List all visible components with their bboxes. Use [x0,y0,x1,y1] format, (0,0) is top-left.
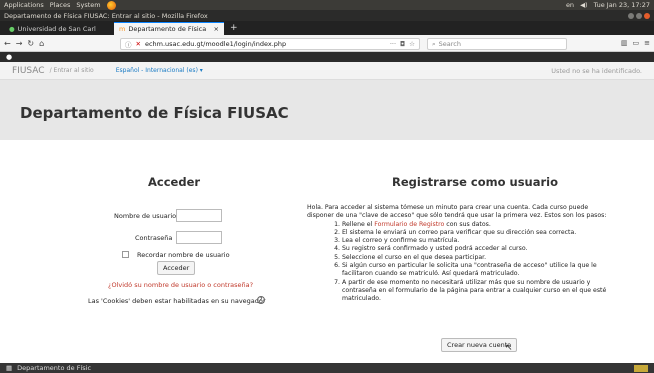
insecure-icon: ✕ [135,40,141,48]
page-actions-icon[interactable]: ··· [390,40,396,48]
info-icon[interactable]: ⓘ [125,39,132,49]
tab-label: Departamento de Física [128,25,207,33]
os-top-panel: Applications Places System en ◀) Tue Jan… [0,0,654,10]
tab-favicon-icon: ● [9,24,15,33]
reload-icon[interactable]: ↻ [27,39,34,48]
brand-link[interactable]: FIUSAC [12,66,45,76]
signup-instructions: Hola. Para acceder al sistema tómese un … [307,204,612,304]
help-icon[interactable]: ? [257,296,265,304]
forgot-password-link[interactable]: ¿Olvidó su nombre de usuario o contraseñ… [108,281,253,289]
tab-strip: ● Universidad de San Carl m Departamento… [0,21,654,35]
url-text[interactable]: echm.usac.edu.gt/moodle1/login/index.php [145,40,286,48]
list-item: El sistema le enviará un correo para ver… [342,229,612,237]
list-item: Seleccione el curso en el que desea part… [342,254,612,262]
list-item: Si algún curso en particular le solicita… [342,262,612,279]
sidebar-icon[interactable]: ▭ [633,39,640,47]
taskbar-window-item[interactable]: Departamento de Físic [17,364,91,372]
remember-label: Recordar nombre de usuario [137,251,230,259]
tab-departamento[interactable]: m Departamento de Física × [114,22,224,35]
menu-icon[interactable]: ≡ [644,39,650,47]
signup-heading: Registrarse como usuario [392,175,559,189]
breadcrumb: / Entrar al sitio [49,67,94,74]
tab-usac[interactable]: ● Universidad de San Carl [4,22,114,35]
page-title: Departamento de Física FIUSAC [20,104,289,122]
signup-steps: Rellene el Formulario de Registro con su… [307,221,612,304]
login-button[interactable]: Acceder [157,261,196,275]
password-input[interactable] [176,231,222,244]
window-controls [628,12,650,19]
signup-intro: Hola. Para acceder al sistema tómese un … [307,204,607,220]
password-label: Contraseña [135,234,173,242]
cookies-notice: Las 'Cookies' deben estar habilitadas en… [88,297,266,305]
login-heading: Acceder [148,175,201,189]
volume-icon[interactable]: ◀) [580,1,588,9]
clock[interactable]: Tue Jan 23, 17:27 [594,1,650,9]
tab-label: Universidad de San Carl [17,24,96,33]
registration-form-link[interactable]: Formulario de Registro [374,221,444,228]
window-title: Departamento de Física FIUSAC: Entrar al… [4,11,208,20]
home-icon[interactable]: ⌂ [39,39,44,48]
system-menu[interactable]: System [76,1,100,9]
remember-checkbox[interactable] [122,251,129,258]
user-bar: ● [0,52,654,62]
back-icon[interactable]: ← [4,39,11,48]
library-icon[interactable]: ▥ [621,39,628,47]
list-item: A partir de ese momento no necesitará ut… [342,279,612,304]
forward-icon[interactable]: → [16,39,23,48]
tray-language[interactable]: en [566,1,574,9]
username-input[interactable] [176,209,222,222]
language-menu[interactable]: Español - Internacional (es) ▾ [116,67,203,74]
window-titlebar: Departamento de Física FIUSAC: Entrar al… [0,10,654,21]
list-item: Su registro será confirmado y usted podr… [342,245,612,253]
os-taskbar: ▦ Departamento de Físic [0,363,654,373]
login-status: Usted no se ha identificado. [551,66,642,75]
moodle-navbar: FIUSAC / Entrar al sitio Español - Inter… [0,62,654,80]
user-icon[interactable]: ● [6,53,12,61]
tab-close-icon[interactable]: × [214,25,219,33]
show-desktop-icon[interactable]: ▦ [6,364,12,372]
bookmark-star-icon[interactable]: ☆ [409,40,415,48]
maximize-button[interactable] [636,12,642,19]
moodle-favicon-icon: m [119,25,126,33]
workspace-switcher-icon[interactable] [634,364,648,372]
search-bar[interactable]: ⌕ Search [427,38,567,50]
search-icon: ⌕ [432,39,436,48]
username-label: Nombre de usuario [114,212,177,220]
close-window-button[interactable] [644,12,650,19]
minimize-button[interactable] [628,12,634,19]
list-item: Rellene el Formulario de Registro con su… [342,221,612,229]
mouse-cursor-icon: ↖ [505,343,513,353]
applications-menu[interactable]: Applications [4,1,44,9]
search-input[interactable]: Search [439,40,461,48]
pocket-icon[interactable]: ◘ [400,40,405,48]
firefox-launcher-icon[interactable] [106,0,116,10]
places-menu[interactable]: Places [50,1,71,9]
url-bar[interactable]: ⓘ ✕ echm.usac.edu.gt/moodle1/login/index… [120,38,420,50]
new-tab-button[interactable]: + [224,22,244,35]
